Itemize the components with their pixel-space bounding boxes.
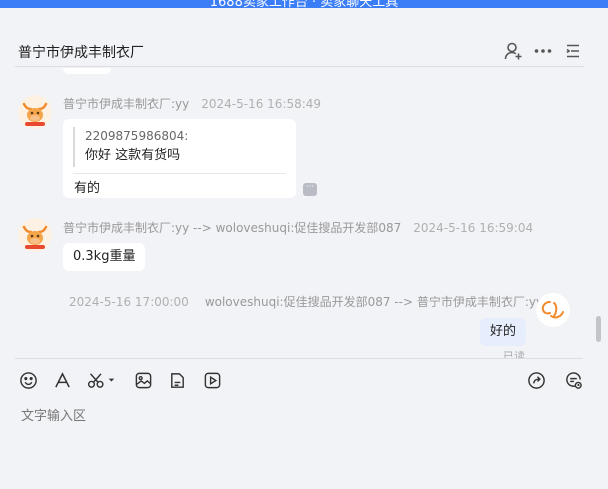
composer-divider <box>15 358 583 359</box>
quote-text: 你好 这款有货吗 <box>85 148 181 163</box>
file-icon[interactable] <box>166 369 188 391</box>
read-status: 已读 <box>503 350 525 358</box>
chat-title: 普宁市伊成丰制衣厂 <box>18 45 144 61</box>
previous-message-bubble <box>63 68 111 74</box>
quoted-message[interactable]: 2209875986804: 你好 这款有货吗 <box>73 127 188 167</box>
message-meta: 2024-5-16 17:00:00 woloveshuqi:促佳搜品开发部087… <box>69 293 543 310</box>
header-divider <box>15 66 584 67</box>
message-bubble[interactable]: 2209875986804: 你好 这款有货吗 有的 <box>63 119 296 198</box>
composer-toolbar <box>0 369 600 391</box>
message-list[interactable]: 普宁市伊成丰制衣厂:yy 2024-5-16 16:58:49 220987598… <box>0 68 600 358</box>
avatar[interactable] <box>536 293 570 327</box>
message-meta: 普宁市伊成丰制衣厂:yy --> woloveshuqi:促佳搜品开发部087 2… <box>63 219 533 236</box>
font-icon[interactable] <box>51 369 73 391</box>
message-bubble[interactable]: 好的 <box>480 318 527 346</box>
sender-name: woloveshuqi:促佳搜品开发部087 --> 普宁市伊成丰制衣厂:yy <box>204 295 544 309</box>
quote-author: 2209875986804: <box>85 129 189 143</box>
top-banner-text: 1688卖家工作台 · 卖家聊天工具 <box>209 0 399 8</box>
more-icon[interactable] <box>533 41 553 61</box>
message-input[interactable] <box>18 402 578 482</box>
message-timestamp: 2024-5-16 17:00:00 <box>69 295 189 309</box>
share-icon[interactable] <box>525 369 547 391</box>
top-banner: 1688卖家工作台 · 卖家聊天工具 <box>0 0 608 8</box>
quote-divider <box>73 173 286 174</box>
add-contact-icon[interactable] <box>503 41 523 61</box>
chat-header: 普宁市伊成丰制衣厂 <box>0 8 600 68</box>
emoji-icon[interactable] <box>17 369 39 391</box>
video-icon[interactable] <box>201 369 223 391</box>
sender-name: 普宁市伊成丰制衣厂:yy --> woloveshuqi:促佳搜品开发部087 <box>63 221 402 235</box>
scissors-icon[interactable] <box>86 369 116 391</box>
message-text: 0.3kg重量 <box>73 249 136 264</box>
message-timestamp: 2024-5-16 16:58:49 <box>201 97 322 111</box>
list-icon[interactable] <box>563 41 583 61</box>
message-text: 有的 <box>74 181 101 196</box>
scrollbar[interactable] <box>596 316 601 342</box>
avatar[interactable] <box>18 218 52 252</box>
avatar[interactable] <box>18 95 52 129</box>
message-meta: 普宁市伊成丰制衣厂:yy 2024-5-16 16:58:49 <box>63 95 321 112</box>
message-more-icon[interactable]: ··· <box>303 183 317 196</box>
message-text: 好的 <box>490 324 517 339</box>
sender-name: 普宁市伊成丰制衣厂:yy <box>63 97 190 111</box>
message-timestamp: 2024-5-16 16:59:04 <box>413 221 534 235</box>
image-icon[interactable] <box>132 369 154 391</box>
chat-record-icon[interactable] <box>562 369 584 391</box>
message-bubble[interactable]: 0.3kg重量 <box>63 243 146 271</box>
